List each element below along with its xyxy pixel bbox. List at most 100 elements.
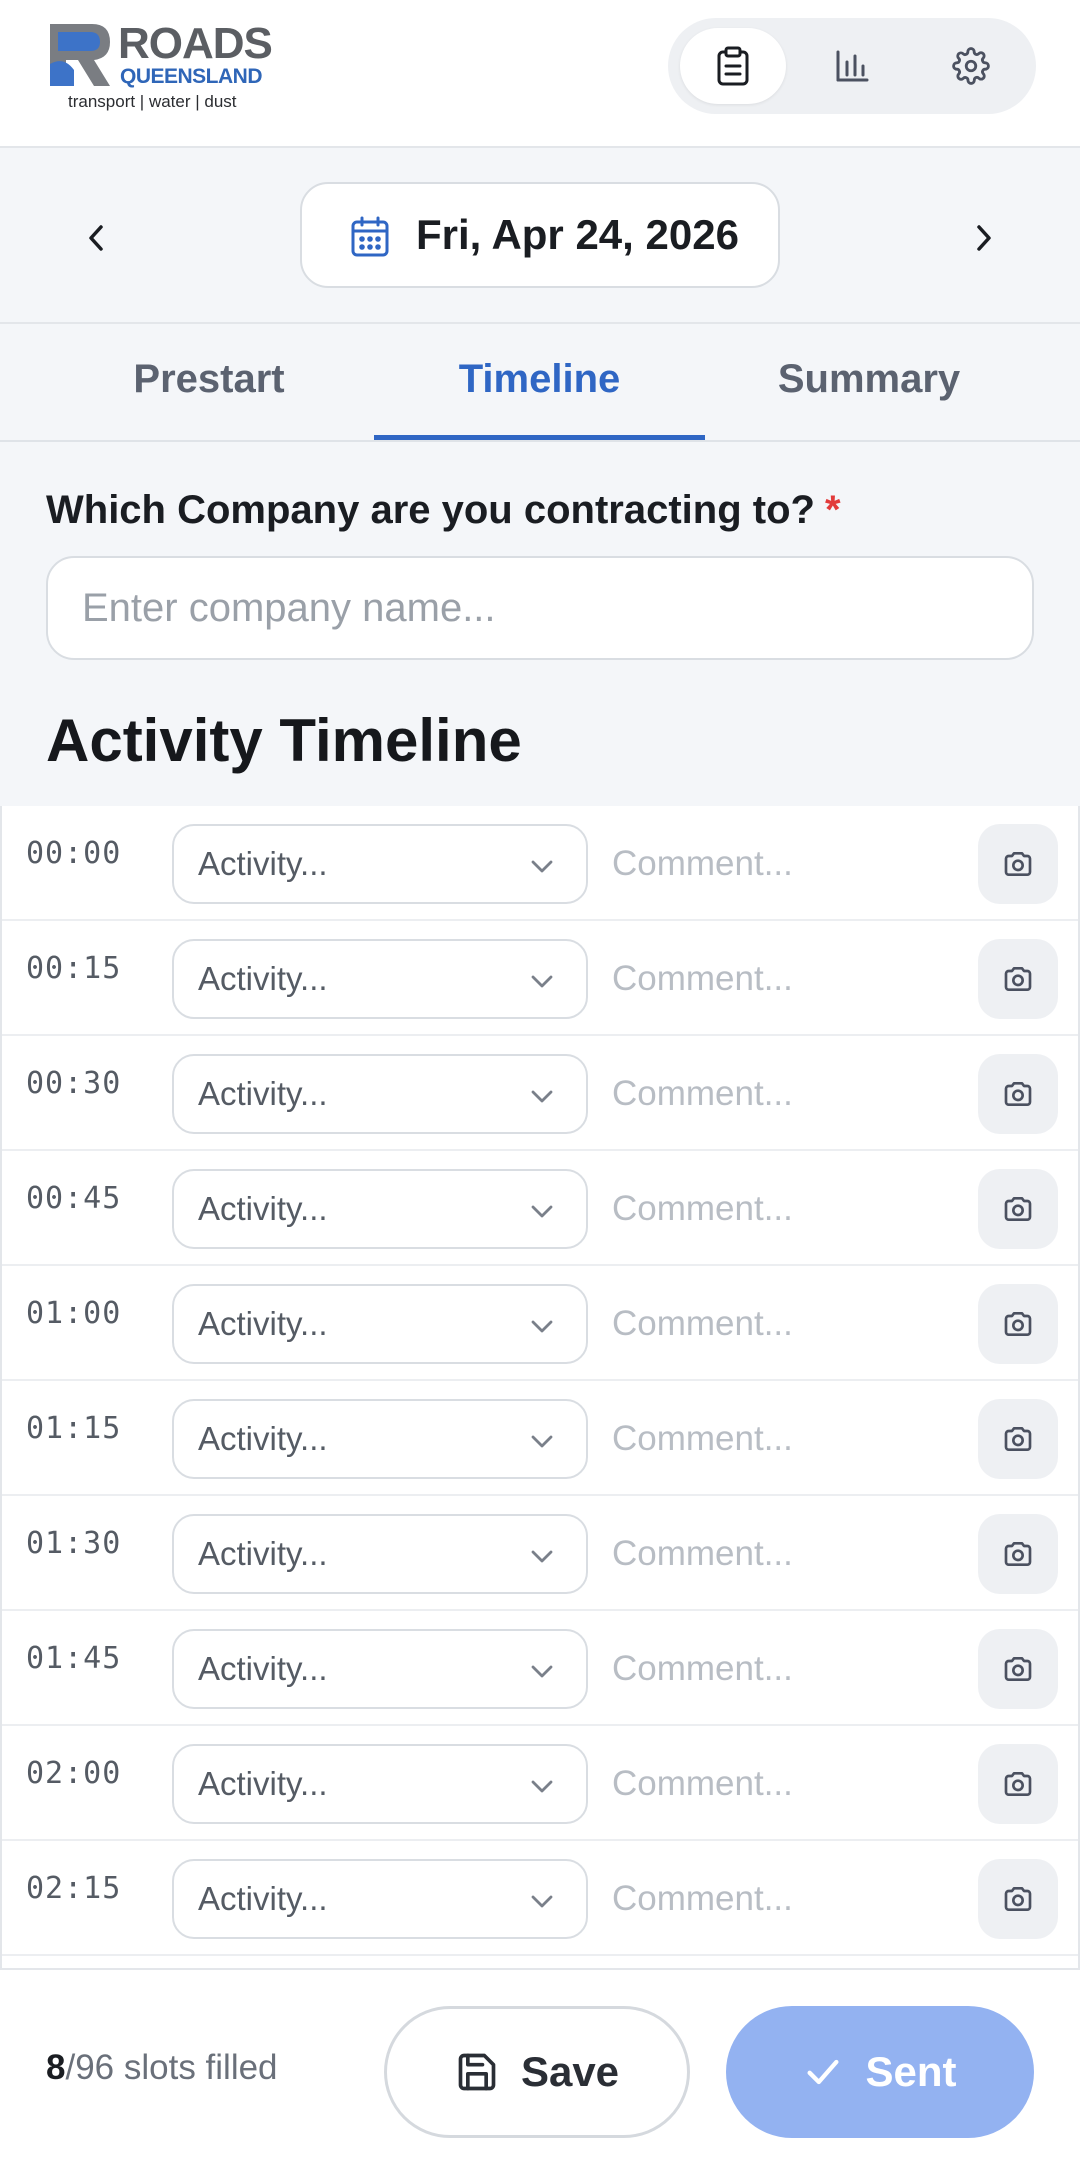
activity-select-value: Activity... [198,1880,328,1917]
sent-button[interactable]: Sent [726,2006,1034,2138]
timeline-row: 00:00 Activity... Comment... [2,806,1078,921]
comment-input[interactable]: Comment... [612,1054,962,1134]
time-slot-label: 00:00 [26,836,122,871]
chevron-down-icon [531,1205,553,1218]
chevron-right-icon [977,225,991,251]
save-button[interactable]: Save [384,2006,690,2138]
comment-input[interactable]: Comment... [612,1859,962,1939]
activity-select[interactable]: Activity... [172,1054,588,1134]
chevron-left-icon [89,225,103,251]
date-navigation-bar: Fri, Apr 24, 2026 [0,150,1080,324]
activity-select-value: Activity... [198,960,328,997]
activity-select[interactable]: Activity... [172,1629,588,1709]
photo-button[interactable] [978,1054,1058,1134]
date-picker-button[interactable]: Fri, Apr 24, 2026 [300,182,780,288]
activity-select[interactable]: Activity... [172,1744,588,1824]
timeline-row: 01:00 Activity... Comment... [2,1266,1078,1381]
activity-select[interactable]: Activity... [172,824,588,904]
comment-input[interactable]: Comment... [612,939,962,1019]
photo-button[interactable] [978,1629,1058,1709]
activity-select[interactable]: Activity... [172,939,588,1019]
timeline-row: 01:45 Activity... Comment... [2,1611,1078,1726]
tab-bar: Prestart Timeline Summary [0,324,1080,442]
timeline-row: 02:15 Activity... Comment... [2,1841,1078,1956]
tab-prestart[interactable]: Prestart [62,324,356,442]
tab-timeline[interactable]: Timeline [374,324,705,442]
chevron-down-icon [531,1780,553,1793]
time-slot-label: 01:30 [26,1526,122,1561]
comment-input[interactable]: Comment... [612,1744,962,1824]
logo-tagline: transport | water | dust [68,92,237,111]
active-tab-indicator [374,435,705,440]
time-slot-label: 01:15 [26,1411,122,1446]
activity-select-value: Activity... [198,845,328,882]
time-slot-label: 02:15 [26,1871,122,1906]
roads-queensland-logo[interactable]: ROADS QUEENSLAND transport | water | dus… [44,20,274,120]
activity-select-value: Activity... [198,1535,328,1572]
nav-settings-button[interactable] [918,28,1024,104]
activity-select[interactable]: Activity... [172,1514,588,1594]
required-marker: * [824,488,841,532]
chevron-down-icon [531,1895,553,1908]
timeline-list[interactable]: 00:00 Activity... Comment... 00:15 Activity.… [0,806,1080,1968]
camera-icon [1004,1082,1032,1106]
activity-select-value: Activity... [198,1650,328,1687]
chevron-down-icon [531,1320,553,1333]
camera-icon [1004,1427,1032,1451]
photo-button[interactable] [978,824,1058,904]
save-button-label: Save [520,2048,620,2095]
chevron-down-icon [531,860,553,873]
header-nav-group [668,18,1036,114]
camera-icon [1004,967,1032,992]
timeline-row: 00:30 Activity... Comment... [2,1036,1078,1151]
activity-select[interactable]: Activity... [172,1399,588,1479]
comment-input[interactable]: Comment... [612,1514,962,1594]
comment-input[interactable]: Comment... [612,824,962,904]
logo-wordmark-queensland: QUEENSLAND [120,65,263,88]
comment-input[interactable]: Comment... [612,1399,962,1479]
tab-summary[interactable]: Summary [722,324,1016,442]
timeline-row: 02:00 Activity... Comment... [2,1726,1078,1841]
timeline-row: 00:15 Activity... Comment... [2,921,1078,1036]
gear-icon [952,47,990,85]
action-footer: 8/96 slots filled Save Sent [0,1968,1080,2166]
comment-input[interactable]: Comment... [612,1629,962,1709]
nav-timesheet-button[interactable] [680,28,786,104]
photo-button[interactable] [978,939,1058,1019]
company-name-input[interactable] [46,556,1034,660]
activity-select-value: Activity... [198,1420,328,1457]
company-question-label: Which Company are you contracting to? * [46,488,841,533]
photo-button[interactable] [978,1169,1058,1249]
activity-timeline-heading: Activity Timeline [46,707,522,774]
activity-select[interactable]: Activity... [172,1284,588,1364]
logo-mark-icon [50,24,110,86]
chevron-down-icon [531,1090,553,1103]
chevron-down-icon [531,1435,553,1448]
photo-button[interactable] [978,1514,1058,1594]
next-day-button[interactable] [952,206,1016,270]
app-header: ROADS QUEENSLAND transport | water | dus… [0,0,1080,148]
timeline-row: 01:30 Activity... Comment... [2,1496,1078,1611]
comment-input[interactable]: Comment... [612,1169,962,1249]
checkmark-icon [807,2059,839,2085]
activity-select[interactable]: Activity... [172,1169,588,1249]
time-slot-label: 00:30 [26,1066,122,1101]
activity-select-value: Activity... [198,1075,328,1112]
photo-button[interactable] [978,1744,1058,1824]
time-slot-label: 01:00 [26,1296,122,1331]
activity-select-value: Activity... [198,1190,328,1227]
previous-day-button[interactable] [64,206,128,270]
activity-select[interactable]: Activity... [172,1859,588,1939]
nav-reports-button[interactable] [799,28,905,104]
photo-button[interactable] [978,1399,1058,1479]
comment-input[interactable]: Comment... [612,1284,962,1364]
activity-select-value: Activity... [198,1305,328,1342]
time-slot-label: 00:15 [26,951,122,986]
clipboard-icon [717,46,749,86]
chevron-down-icon [531,1550,553,1563]
photo-button[interactable] [978,1284,1058,1364]
camera-icon [1004,1887,1032,1911]
timeline-row: 00:45 Activity... Comment... [2,1151,1078,1266]
camera-icon [1004,1312,1032,1336]
photo-button[interactable] [978,1859,1058,1939]
